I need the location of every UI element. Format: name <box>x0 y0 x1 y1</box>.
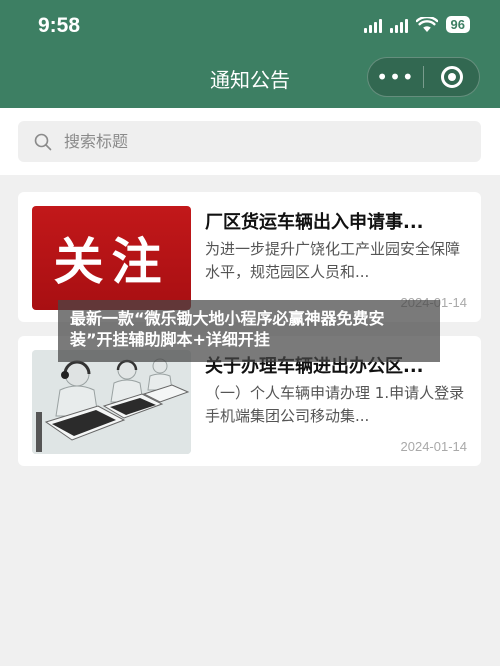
close-button[interactable] <box>424 66 479 88</box>
search-bar <box>0 108 500 175</box>
search-box[interactable] <box>18 121 481 162</box>
more-button[interactable]: ••• <box>368 57 423 97</box>
battery-icon: 96 <box>445 16 470 33</box>
notice-thumbnail: 关注 <box>32 206 191 310</box>
target-icon <box>440 66 463 88</box>
notice-title: 厂区货运车辆出入申请事... <box>205 212 424 233</box>
search-icon <box>34 133 52 150</box>
signal-icon-2 <box>389 17 408 33</box>
mini-program-capsule: ••• <box>367 57 480 97</box>
thumbnail-text: 关注 <box>53 232 170 291</box>
overlay-banner: 最新一款“微乐锄大地小程序必赢神器免费安装”开挂辅助脚本+详细开挂 <box>58 300 440 362</box>
notice-summary: （一）个人车辆申请办理 1.申请人登录手机端集团公司移动集... <box>205 384 465 425</box>
status-time: 9:58 <box>38 14 81 37</box>
status-icons: 96 <box>363 16 470 33</box>
search-input[interactable] <box>64 132 444 151</box>
notice-thumbnail <box>32 350 191 454</box>
notice-date: 2024-01-14 <box>400 439 468 454</box>
wifi-icon <box>415 16 438 32</box>
signal-icon <box>363 17 382 33</box>
header-bar: 9:58 96 通知公告 ••• <box>0 0 500 108</box>
notice-summary: 为进一步提升广饶化工产业园安全保障水平，规范园区人员和... <box>205 240 461 281</box>
call-center-image <box>32 350 191 454</box>
